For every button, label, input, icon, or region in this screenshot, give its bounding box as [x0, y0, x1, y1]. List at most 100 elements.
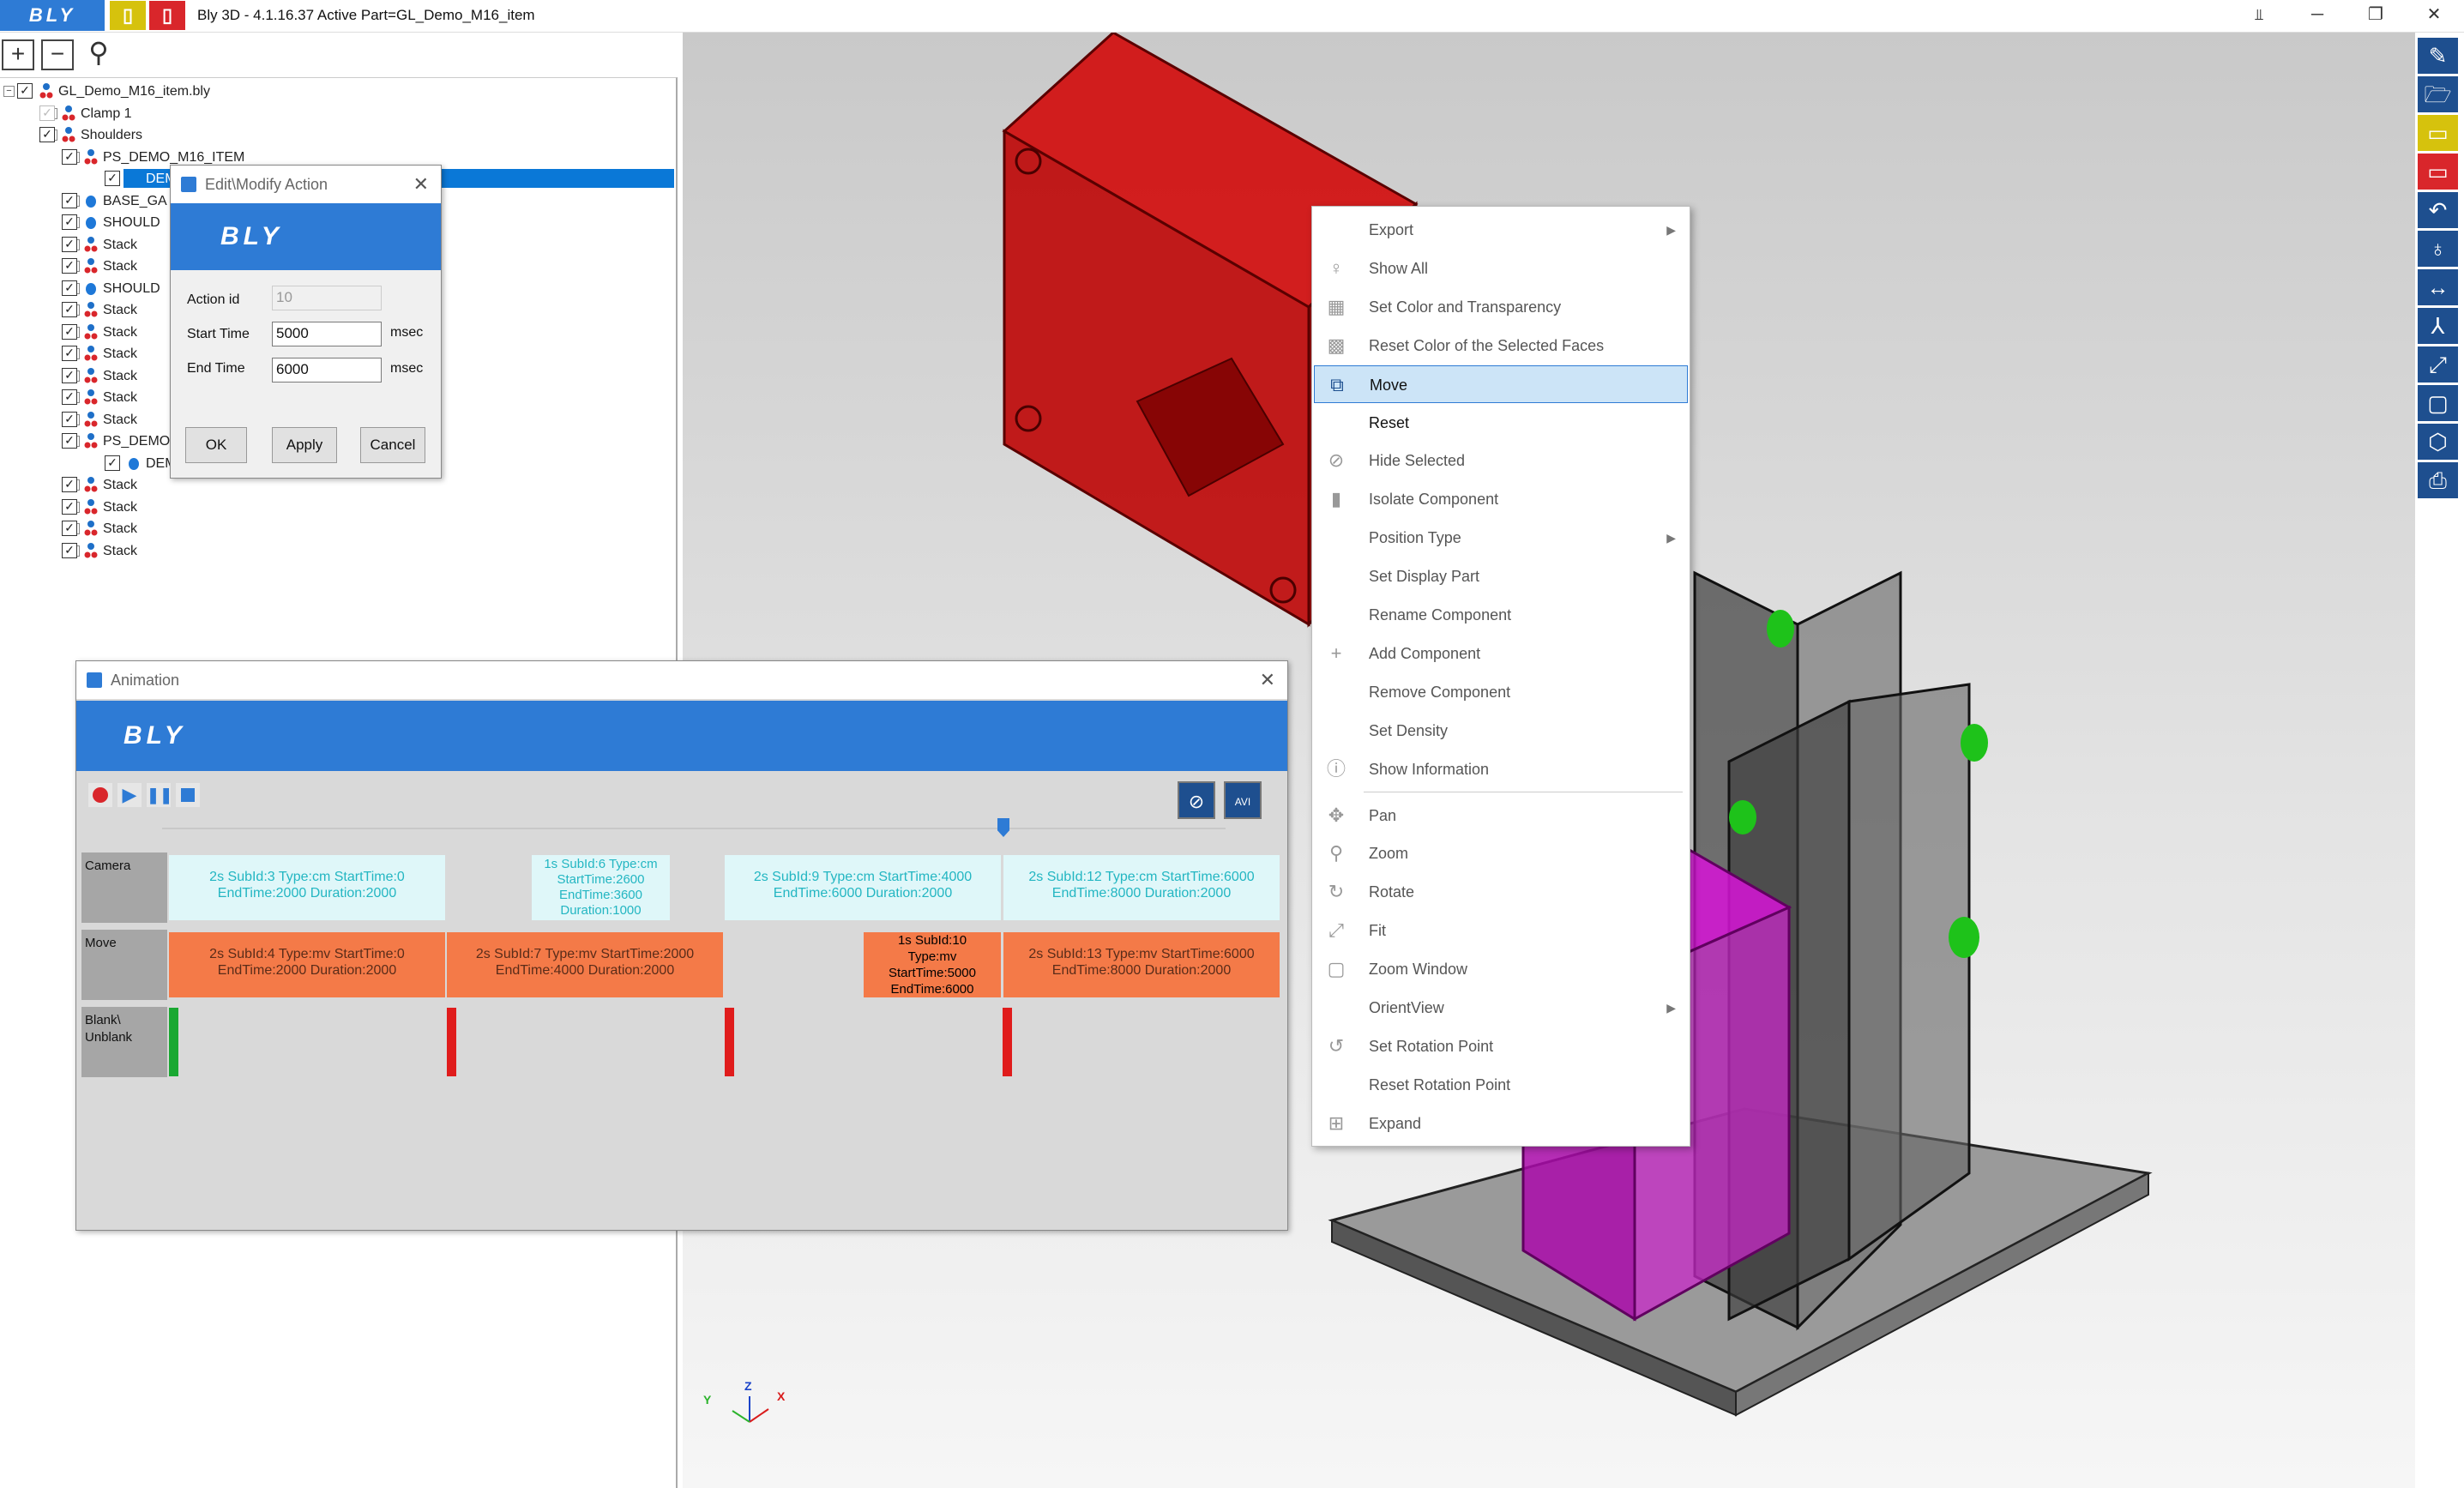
- tree-item[interactable]: − ✓ GL_Demo_M16_item.bly: [0, 81, 676, 102]
- cancel-button[interactable]: Cancel: [360, 427, 425, 463]
- tree-item[interactable]: −✓Shoulders: [0, 124, 676, 146]
- search-icon[interactable]: ⚲: [82, 39, 115, 70]
- move-action-block[interactable]: 2s SubId:13 Type:mv StartTime:6000 EndTi…: [1003, 932, 1280, 997]
- collapse-all-button[interactable]: −: [41, 39, 74, 70]
- tree-item[interactable]: +✓Stack: [0, 518, 676, 539]
- menu-item-rename-component[interactable]: Rename Component: [1314, 596, 1688, 634]
- visibility-checkbox[interactable]: ✓: [105, 171, 120, 186]
- tree-item[interactable]: +✓Stack: [0, 497, 676, 518]
- apply-button[interactable]: Apply: [272, 427, 337, 463]
- minimize-button[interactable]: ─: [2288, 0, 2347, 31]
- menu-item-set-display-part[interactable]: Set Display Part: [1314, 557, 1688, 595]
- camera-action-block[interactable]: 1s SubId:6 Type:cm StartTime:2600 EndTim…: [532, 855, 670, 920]
- close-icon[interactable]: ✕: [413, 166, 429, 203]
- menu-item-show-all[interactable]: ♀ Show All: [1314, 250, 1688, 287]
- camera-action-block[interactable]: 2s SubId:12 Type:cm StartTime:6000 EndTi…: [1003, 855, 1280, 920]
- visibility-checkbox[interactable]: ✓: [62, 323, 77, 340]
- export-avi-button[interactable]: AVI: [1224, 781, 1262, 819]
- hide-toggle-button[interactable]: ⊘: [1178, 781, 1215, 819]
- blank-marker[interactable]: [447, 1008, 456, 1076]
- red-part-icon[interactable]: ▯: [149, 1, 185, 30]
- fit-icon[interactable]: ⤢: [2418, 346, 2458, 383]
- measure-icon[interactable]: ↔: [2418, 269, 2458, 305]
- visibility-checkbox[interactable]: ✓: [62, 433, 77, 449]
- ok-button[interactable]: OK: [185, 427, 247, 463]
- play-button[interactable]: ▶: [117, 783, 142, 807]
- visibility-checkbox[interactable]: ✓: [62, 542, 77, 558]
- end-time-field[interactable]: 6000: [272, 358, 382, 383]
- unblank-marker[interactable]: [169, 1008, 178, 1076]
- visibility-checkbox[interactable]: ✓: [62, 236, 77, 252]
- visibility-checkbox[interactable]: ✓: [62, 214, 77, 230]
- visibility-checkbox[interactable]: ✓: [62, 258, 77, 274]
- open-folder-icon[interactable]: 🗁: [2418, 76, 2458, 112]
- expand-all-button[interactable]: +: [2, 39, 34, 70]
- axes-icon[interactable]: ⅄: [2418, 308, 2458, 344]
- visibility-checkbox[interactable]: ✓: [62, 411, 77, 427]
- lightbulb-icon[interactable]: ♁: [2418, 231, 2458, 267]
- menu-item-fit[interactable]: ⤢ Fit: [1314, 912, 1688, 949]
- visibility-checkbox[interactable]: ✓: [62, 302, 77, 317]
- yellow-part-icon[interactable]: ▭: [2418, 115, 2458, 151]
- visibility-checkbox[interactable]: ✓: [62, 498, 77, 515]
- menu-item-position-type[interactable]: Position Type ▶: [1314, 519, 1688, 557]
- close-icon[interactable]: ✕: [1260, 661, 1275, 699]
- menu-item-add-component[interactable]: + Add Component: [1314, 635, 1688, 672]
- print-icon[interactable]: ⎙: [2418, 462, 2458, 498]
- visibility-checkbox[interactable]: ✓: [39, 127, 55, 142]
- pin-icon[interactable]: ✎: [2418, 38, 2458, 74]
- start-time-field[interactable]: 5000: [272, 322, 382, 346]
- menu-item-reset-rotation-point[interactable]: Reset Rotation Point: [1314, 1066, 1688, 1104]
- tree-item[interactable]: +✓Clamp 1: [0, 103, 676, 124]
- menu-item-rotate[interactable]: ↻ Rotate: [1314, 873, 1688, 911]
- visibility-checkbox[interactable]: ✓: [62, 346, 77, 361]
- move-action-block[interactable]: 2s SubId:7 Type:mv StartTime:2000 EndTim…: [447, 932, 723, 997]
- timeline-scrubber-track[interactable]: [162, 828, 1226, 829]
- menu-item-set-rotation-point[interactable]: ↺ Set Rotation Point: [1314, 1027, 1688, 1065]
- tree-item[interactable]: +✓Stack: [0, 540, 676, 562]
- menu-item-zoom[interactable]: ⚲ Zoom: [1314, 834, 1688, 872]
- blank-marker[interactable]: [725, 1008, 734, 1076]
- record-button[interactable]: [88, 783, 112, 807]
- timeline-scrubber-thumb[interactable]: [997, 818, 1009, 837]
- menu-item-remove-component[interactable]: Remove Component: [1314, 673, 1688, 711]
- cube-icon[interactable]: ⬡: [2418, 424, 2458, 460]
- visibility-checkbox[interactable]: ✓: [62, 521, 77, 536]
- menu-item-set-density[interactable]: Set Density: [1314, 712, 1688, 750]
- camera-action-block[interactable]: 2s SubId:3 Type:cm StartTime:0 EndTime:2…: [169, 855, 445, 920]
- undo-icon[interactable]: ↶: [2418, 192, 2458, 228]
- visibility-checkbox[interactable]: ✓: [62, 477, 77, 492]
- red-part-icon[interactable]: ▭: [2418, 154, 2458, 190]
- view-box-icon[interactable]: ▢: [2418, 385, 2458, 421]
- visibility-checkbox[interactable]: ✓: [17, 83, 33, 99]
- move-action-block[interactable]: 2s SubId:4 Type:mv StartTime:0 EndTime:2…: [169, 932, 445, 997]
- menu-item-pan[interactable]: ✥ Pan: [1314, 797, 1688, 834]
- camera-action-block[interactable]: 2s SubId:9 Type:cm StartTime:4000 EndTim…: [725, 855, 1001, 920]
- pin-icon[interactable]: ⫫: [2230, 0, 2288, 31]
- menu-item-reset-color-of-the-selected-faces[interactable]: ▩ Reset Color of the Selected Faces: [1314, 327, 1688, 364]
- menu-item-move[interactable]: ⧉ Move: [1314, 364, 1688, 403]
- yellow-part-icon[interactable]: ▯: [110, 1, 146, 30]
- menu-item-hide-selected[interactable]: ⊘ Hide Selected: [1314, 442, 1688, 479]
- menu-item-reset[interactable]: Reset: [1314, 404, 1688, 442]
- close-button[interactable]: ✕: [2405, 0, 2463, 31]
- move-action-block-selected[interactable]: 1s SubId:10 Type:mv StartTime:5000 EndTi…: [864, 932, 1001, 997]
- menu-item-zoom-window[interactable]: ▢ Zoom Window: [1314, 950, 1688, 988]
- restore-button[interactable]: ❐: [2347, 0, 2405, 31]
- visibility-checkbox[interactable]: ✓: [62, 192, 77, 208]
- menu-item-set-color-and-transparency[interactable]: ▦ Set Color and Transparency: [1314, 288, 1688, 326]
- visibility-checkbox[interactable]: ✓: [39, 105, 55, 121]
- menu-item-show-information[interactable]: ⓘ Show Information: [1314, 750, 1688, 788]
- menu-item-orientview[interactable]: OrientView ▶: [1314, 989, 1688, 1027]
- stop-button[interactable]: [176, 783, 200, 807]
- visibility-checkbox[interactable]: ✓: [62, 280, 77, 296]
- expand-toggle-icon[interactable]: −: [3, 86, 15, 97]
- menu-item-expand[interactable]: ⊞ Expand: [1314, 1105, 1688, 1142]
- blank-marker[interactable]: [1003, 1008, 1012, 1076]
- pause-button[interactable]: ❚❚: [147, 783, 172, 807]
- visibility-checkbox[interactable]: ✓: [62, 367, 77, 383]
- menu-item-isolate-component[interactable]: ▮ Isolate Component: [1314, 480, 1688, 518]
- visibility-checkbox[interactable]: ✓: [105, 455, 120, 471]
- menu-item-export[interactable]: Export ▶: [1314, 211, 1688, 249]
- visibility-checkbox[interactable]: ✓: [62, 389, 77, 405]
